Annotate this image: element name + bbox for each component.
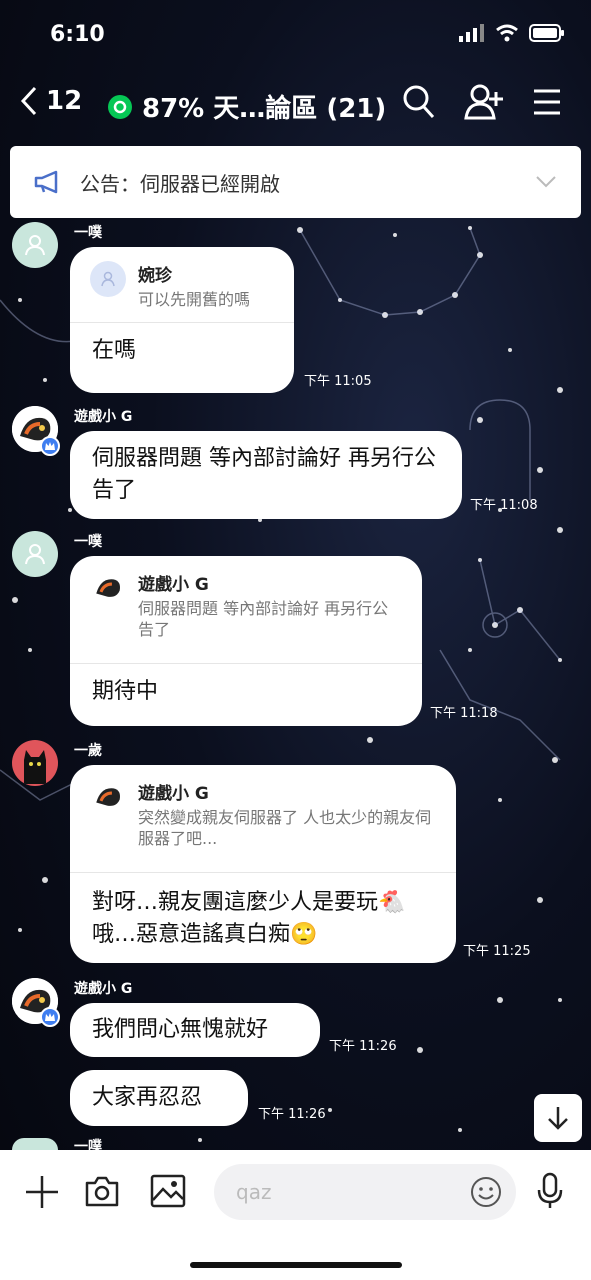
sender-name: 遊戲小 G bbox=[74, 981, 133, 997]
timestamp: 下午 11:25 bbox=[463, 944, 531, 959]
avatar[interactable] bbox=[12, 531, 58, 577]
camera-icon[interactable] bbox=[84, 1174, 120, 1208]
black-cat-icon bbox=[24, 750, 46, 784]
wifi-icon bbox=[496, 24, 518, 42]
message-text: 伺服器問題 等內部討論好 再另行公告了 bbox=[92, 446, 436, 503]
openchat-icon bbox=[108, 94, 132, 119]
clock: 6:10 bbox=[50, 22, 105, 47]
reply-quote[interactable]: 婉珍 可以先開舊的嗎 bbox=[70, 247, 294, 323]
sender-name: 一噗 bbox=[74, 1139, 102, 1150]
reply-quote[interactable]: 遊戲小 G 伺服器問題 等內部討論好 再另行公告了 bbox=[70, 556, 422, 664]
avatar[interactable] bbox=[12, 222, 58, 268]
timestamp: 下午 11:18 bbox=[430, 706, 498, 721]
message-bubble[interactable]: 伺服器問題 等內部討論好 再另行公告了 bbox=[70, 431, 462, 519]
message-bubble[interactable]: 我們問心無愧就好 bbox=[70, 1003, 320, 1057]
avatar[interactable] bbox=[12, 740, 58, 786]
unread-count: 12 bbox=[46, 86, 83, 116]
message-bubble[interactable]: 遊戲小 G 突然變成親友伺服器了 人也太少的親友伺服器了吧... 對呀…親友團這麼… bbox=[70, 765, 456, 963]
reply-name: 遊戲小 G bbox=[138, 575, 209, 595]
message-bubble[interactable]: 遊戲小 G 伺服器問題 等內部討論好 再另行公告了 期待中 bbox=[70, 556, 422, 726]
message-text: 期待中 bbox=[92, 679, 159, 704]
admin-badge-icon bbox=[40, 1007, 60, 1027]
timestamp: 下午 11:05 bbox=[304, 374, 372, 389]
timestamp: 下午 11:26 bbox=[258, 1107, 326, 1122]
timestamp: 下午 11:26 bbox=[329, 1039, 397, 1054]
cellular-signal-icon bbox=[459, 24, 484, 42]
default-user-icon bbox=[25, 544, 45, 565]
home-indicator bbox=[190, 1262, 402, 1268]
battery-icon bbox=[529, 24, 564, 42]
reply-avatar bbox=[90, 779, 126, 815]
announcement-text: 公告：伺服器已經開啟 bbox=[80, 171, 280, 196]
reply-name: 遊戲小 G bbox=[138, 784, 209, 804]
reply-quote[interactable]: 遊戲小 G 突然變成親友伺服器了 人也太少的親友伺服器了吧... bbox=[70, 765, 456, 873]
sender-name: 遊戲小 G bbox=[74, 409, 133, 425]
chat-title[interactable]: 87% 天…論區 (21) bbox=[108, 88, 386, 125]
reply-name: 婉珍 bbox=[138, 266, 172, 286]
message-text: 大家再忍忍 bbox=[92, 1085, 203, 1110]
input-bar: qaz bbox=[0, 1150, 591, 1280]
sender-name: 一噗 bbox=[74, 534, 102, 550]
message-bubble[interactable]: 大家再忍忍 bbox=[70, 1070, 248, 1126]
admin-badge-icon bbox=[40, 436, 60, 456]
image-icon[interactable] bbox=[150, 1174, 186, 1208]
reply-avatar bbox=[90, 261, 126, 297]
reply-text: 伺服器問題 等內部討論好 再另行公告了 bbox=[138, 599, 389, 639]
back-button[interactable]: 12 bbox=[20, 86, 82, 116]
menu-icon[interactable] bbox=[532, 88, 562, 116]
reply-text: 突然變成親友伺服器了 人也太少的親友伺服器了吧... bbox=[138, 808, 432, 848]
arrow-down-icon bbox=[548, 1107, 568, 1130]
scroll-to-bottom-button[interactable] bbox=[534, 1094, 582, 1142]
message-text: 我們問心無愧就好 bbox=[92, 1017, 269, 1042]
megaphone-icon bbox=[34, 170, 58, 194]
default-user-icon bbox=[25, 235, 45, 256]
message-bubble[interactable]: 婉珍可以先開舊的嗎 在嗎 bbox=[70, 247, 294, 393]
message-text: 在嗎 bbox=[92, 338, 137, 363]
status-bar: 6:10 bbox=[0, 0, 591, 70]
plus-icon[interactable] bbox=[24, 1174, 60, 1210]
add-friend-icon[interactable] bbox=[464, 84, 504, 120]
reply-text: 可以先開舊的嗎 bbox=[138, 290, 251, 309]
chevron-down-icon[interactable] bbox=[535, 175, 557, 189]
microphone-icon[interactable] bbox=[536, 1172, 564, 1210]
sender-name: 一噗 bbox=[74, 225, 102, 241]
timestamp: 下午 11:08 bbox=[470, 498, 538, 513]
chat-header: 12 87% 天…論區 (21) bbox=[0, 70, 591, 140]
reply-avatar bbox=[90, 570, 126, 606]
search-icon[interactable] bbox=[402, 84, 436, 120]
avatar[interactable] bbox=[12, 1138, 58, 1150]
emoji-icon[interactable] bbox=[470, 1176, 502, 1208]
chevron-left-icon bbox=[20, 86, 37, 116]
sender-name: 一歲 bbox=[74, 743, 102, 759]
message-text: 對呀…親友團這麼少人是要玩🐔哦…惡意造謠真白痴🙄 bbox=[92, 890, 406, 947]
chat-title-text: 87% 天…論區 (21) bbox=[142, 94, 387, 124]
announcement-bar[interactable]: 公告：伺服器已經開啟 bbox=[10, 146, 581, 218]
